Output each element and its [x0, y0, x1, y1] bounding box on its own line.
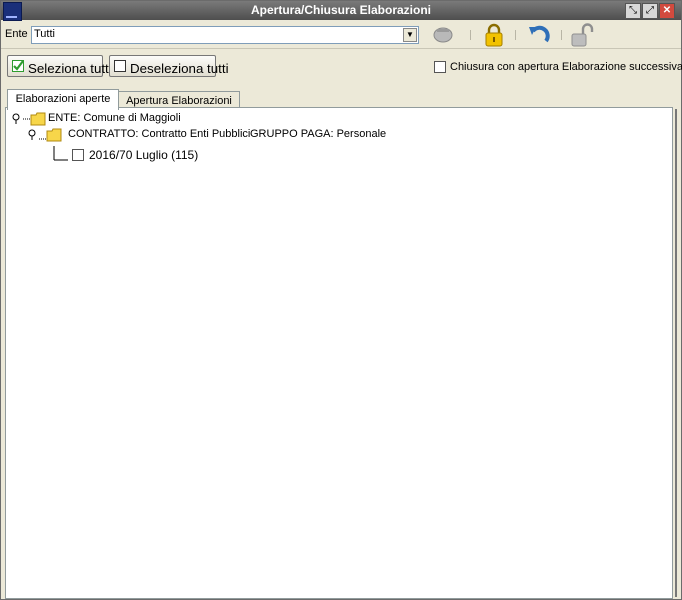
elaborazione-checkbox[interactable] — [72, 149, 84, 161]
tab-label: Apertura Elaborazioni — [126, 95, 232, 107]
select-all-label: Seleziona tutti — [28, 61, 112, 76]
chevron-down-icon[interactable]: ▼ — [403, 28, 417, 42]
tree-node-label: ENTE: Comune di Maggioli — [48, 112, 181, 124]
gruppo-paga-label: GRUPPO PAGA: Personale — [250, 128, 387, 140]
title-bar[interactable]: Apertura/Chiusura Elaborazioni ⤡ ⤢ ✕ — [1, 1, 681, 21]
tree-node-elaborazione[interactable]: 2016/70 Luglio (115) — [72, 148, 272, 162]
empty-checkbox-icon — [114, 60, 126, 72]
expand-toggle-icon[interactable] — [28, 129, 40, 141]
undo-arrow-icon[interactable] — [526, 23, 550, 47]
select-all-button[interactable]: Seleziona tutti — [7, 55, 112, 77]
folder-icon — [46, 128, 62, 142]
tree-panel: ENTE: Comune di Maggioli CONTRATTO: Cont… — [5, 107, 673, 599]
toolbar-separator — [515, 30, 516, 40]
tab-elaborazioni-aperte[interactable]: Elaborazioni aperte — [7, 89, 119, 110]
padlock-closed-icon[interactable] — [482, 23, 506, 47]
tab-label: Elaborazioni aperte — [15, 93, 111, 105]
padlock-open-icon[interactable] — [570, 23, 594, 47]
minimize-button[interactable]: ⤡ — [625, 3, 641, 19]
close-with-next-checkbox[interactable] — [434, 61, 446, 73]
window: Apertura/Chiusura Elaborazioni ⤡ ⤢ ✕ Ent… — [0, 0, 682, 600]
tree-node-label: CONTRATTO: Contratto Enti Pubblici — [68, 128, 251, 140]
expand-toggle-icon[interactable] — [12, 113, 24, 125]
disabled-round-icon[interactable] — [431, 23, 455, 47]
tree-node-label: 2016/70 Luglio (115) — [89, 148, 199, 162]
close-button[interactable]: ✕ — [659, 3, 675, 19]
tree-node-ente[interactable]: ENTE: Comune di Maggioli — [12, 112, 312, 126]
scrollbar[interactable] — [675, 109, 677, 597]
maximize-button[interactable]: ⤢ — [642, 3, 658, 19]
folder-icon — [30, 112, 46, 126]
ente-select-value: Tutti — [34, 28, 55, 40]
toolbar-separator — [561, 30, 562, 40]
ente-select[interactable]: Tutti ▼ — [31, 26, 419, 44]
ente-toolbar: Ente Tutti ▼ — [1, 22, 681, 49]
toolbar-separator — [470, 30, 471, 40]
deselect-all-button[interactable]: Deseleziona tutti — [109, 55, 229, 77]
ente-label: Ente — [5, 28, 28, 40]
tree-node-contratto[interactable]: CONTRATTO: Contratto Enti Pubblici GRUPP… — [28, 128, 428, 142]
selection-toolbar: Seleziona tutti Deseleziona tutti Chiusu… — [1, 50, 682, 82]
deselect-all-label: Deseleziona tutti — [130, 61, 229, 76]
close-with-next-label: Chiusura con apertura Elaborazione succe… — [450, 61, 682, 73]
window-title: Apertura/Chiusura Elaborazioni — [250, 3, 432, 17]
green-check-icon — [12, 60, 24, 72]
